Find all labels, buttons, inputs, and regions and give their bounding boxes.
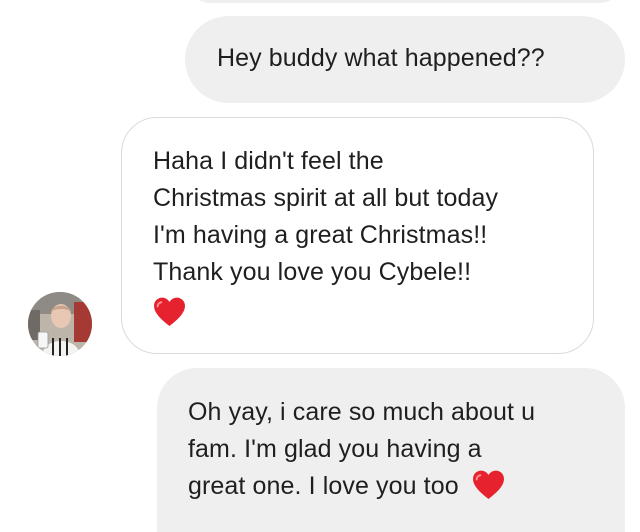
incoming-message[interactable]: Haha I didn't feel the Christmas spirit … bbox=[121, 117, 594, 354]
outgoing-message[interactable]: Oh yay, i care so much about u fam. I'm … bbox=[157, 368, 625, 532]
message-text: Christmas spirit at all but today bbox=[153, 184, 499, 212]
message-text: Thank you love you Cybele!! bbox=[153, 258, 472, 286]
avatar[interactable] bbox=[28, 292, 92, 356]
heart-emoji-icon bbox=[153, 296, 186, 327]
message-text: Hey buddy what happened?? bbox=[217, 44, 545, 72]
message-text: I'm having a great Christmas!! bbox=[153, 221, 488, 249]
message-text: Oh yay, i care so much about u bbox=[188, 398, 536, 426]
previous-message-bubble bbox=[185, 0, 625, 3]
outgoing-message[interactable]: Hey buddy what happened?? bbox=[185, 16, 625, 103]
heart-emoji-icon bbox=[472, 469, 505, 500]
message-text: great one. I love you too bbox=[188, 472, 459, 500]
message-text: Haha I didn't feel the bbox=[153, 147, 384, 175]
message-text: fam. I'm glad you having a bbox=[188, 435, 482, 463]
message-last-line: great one. I love you too bbox=[188, 468, 605, 505]
